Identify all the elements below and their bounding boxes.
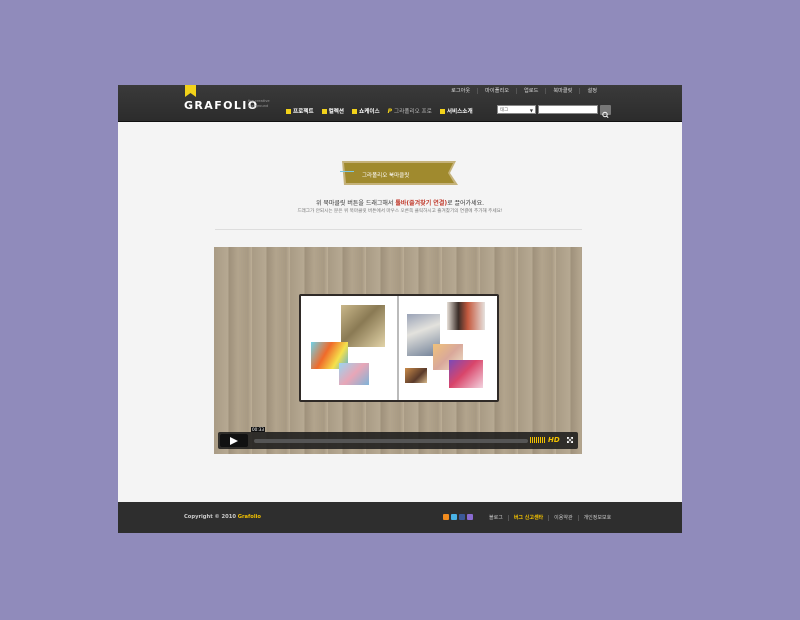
play-icon	[230, 437, 238, 445]
artwork-thumbnail	[341, 305, 385, 347]
yozm-icon[interactable]	[467, 514, 473, 520]
artwork-thumbnail	[339, 363, 369, 385]
volume-bar	[540, 437, 541, 443]
volume-bar	[536, 437, 537, 443]
artwork-thumbnail	[447, 302, 485, 330]
chevron-down-icon: ▼	[529, 108, 533, 113]
main-nav-projects[interactable]: 프로젝트	[286, 107, 314, 115]
book-left-page	[301, 296, 397, 400]
volume-bar	[534, 437, 535, 443]
page-title: 그라폴리오 북마클릿	[362, 173, 410, 179]
footer-link-bug-report[interactable]: 버그 신고센타	[507, 515, 548, 521]
instruction-text: 위 북마클릿 버튼을 드래그해서 툴바(즐겨찾기 연결)로 끌어가세요.	[118, 198, 682, 207]
rss-icon[interactable]	[443, 514, 449, 520]
social-links	[443, 514, 473, 520]
main-nav-grafolio-pro[interactable]: P 그라폴리오 프로	[387, 107, 432, 116]
main-nav-label: 프로젝트	[293, 109, 314, 115]
volume-bar	[532, 437, 533, 443]
main-nav-label: 서비스소개	[446, 109, 473, 115]
artwork-thumbnail	[405, 368, 427, 383]
fullscreen-icon[interactable]	[567, 437, 573, 443]
volume-control[interactable]	[530, 437, 545, 443]
site-header: GRAFOLIO the creative playground 로그아웃 마이…	[118, 85, 682, 122]
top-nav-settings[interactable]: 설정	[579, 88, 604, 94]
copyright-prefix: Copyright © 2010	[184, 514, 238, 520]
chat-icon	[439, 108, 445, 114]
main-nav-label: 쇼케이스	[359, 109, 380, 115]
top-nav-bookmarklet[interactable]: 북마클릿	[545, 88, 579, 94]
p-icon: P	[387, 107, 393, 115]
artwork-thumbnail	[449, 360, 483, 388]
copyright-brand: Grafolio	[237, 514, 261, 520]
top-nav-logout[interactable]: 로그아웃	[444, 88, 477, 94]
instruction-text-post: 로 끌어가세요.	[447, 200, 485, 207]
search-input[interactable]	[538, 105, 598, 114]
video-progress-bar[interactable]	[254, 439, 528, 443]
footer-nav: 블로그 버그 신고센타 이용약관 개인정보보호	[484, 515, 616, 521]
instruction-subtext: 드래그가 안되시는 분은 위 북마클릿 버튼에서 마우스 오른쪽 클릭하시고 즐…	[297, 209, 503, 214]
instruction-highlight: 툴바(즐겨찾기 연결)	[395, 200, 448, 207]
video-controls: 00:33 HD	[218, 427, 578, 449]
hd-toggle[interactable]: HD	[548, 436, 560, 444]
site-tagline: the creative playground	[248, 99, 270, 108]
portfolio-book-image	[299, 294, 499, 402]
volume-bar	[542, 437, 543, 443]
search-icon	[602, 111, 609, 119]
search-button[interactable]	[600, 105, 611, 119]
copyright-text: Copyright © 2010 Grafolio	[184, 514, 261, 520]
page-frame: GRAFOLIO the creative playground 로그아웃 마이…	[118, 85, 682, 533]
footer-link-privacy[interactable]: 개인정보보호	[577, 515, 617, 521]
video-player[interactable]: 00:33 HD	[214, 247, 582, 454]
volume-bar	[538, 437, 539, 443]
divider	[215, 229, 582, 230]
main-nav-label: 그라폴리오 프로	[394, 109, 432, 115]
footer-link-terms[interactable]: 이용약관	[548, 515, 577, 521]
main-nav-service-intro[interactable]: 서비스소개	[439, 107, 473, 115]
play-button[interactable]	[220, 434, 248, 447]
video-timecode: 00:33	[251, 427, 266, 432]
instruction-text-pre: 위 북마클릿 버튼을 드래그해서	[315, 200, 396, 207]
book-right-page	[399, 296, 497, 400]
collection-icon	[321, 108, 327, 114]
main-nav-showcase[interactable]: 쇼케이스	[352, 107, 380, 115]
me2day-icon[interactable]	[451, 514, 457, 520]
volume-bar	[544, 437, 545, 443]
showcase-icon	[352, 108, 358, 114]
top-nav: 로그아웃 마이폴리오 업로드 북마클릿 설정	[444, 88, 604, 94]
site-footer: Copyright © 2010 Grafolio 블로그 버그 신고센타 이용…	[118, 502, 682, 533]
grid-icon	[286, 108, 291, 114]
top-nav-myfolio[interactable]: 마이폴리오	[477, 88, 516, 94]
main-nav-label: 컬렉션	[328, 109, 345, 115]
bookmark-logo-icon	[185, 85, 196, 97]
footer-link-blog[interactable]: 블로그	[484, 515, 508, 521]
volume-bar	[530, 437, 531, 443]
search-type-select[interactable]: 태그 ▼	[497, 105, 536, 114]
main-nav: 프로젝트 컬렉션 쇼케이스 P 그라폴리오 프로 서비스소개	[286, 107, 473, 115]
top-nav-upload[interactable]: 업로드	[516, 88, 545, 94]
main-nav-collection[interactable]: 컬렉션	[321, 107, 345, 115]
search-type-value: 태그	[500, 108, 509, 113]
facebook-icon[interactable]	[459, 514, 465, 520]
